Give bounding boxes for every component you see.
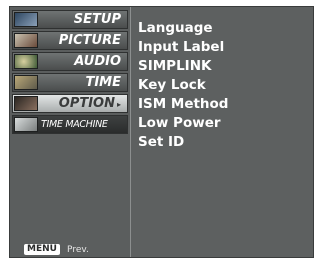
time-icon xyxy=(14,75,38,90)
picture-icon xyxy=(14,33,38,48)
menu-item-simplink[interactable]: SIMPLINK xyxy=(138,57,228,76)
option-icon xyxy=(14,96,38,111)
tab-setup[interactable]: SETUP xyxy=(12,10,128,29)
footer-hint: MENU Prev. xyxy=(24,239,89,255)
tab-label: OPTION ▸ xyxy=(58,96,121,111)
tab-option[interactable]: OPTION ▸ xyxy=(12,94,128,113)
column-divider xyxy=(130,7,131,257)
tab-time[interactable]: TIME xyxy=(12,73,128,92)
prev-label: Prev. xyxy=(67,244,89,255)
osd-menu: SETUP PICTURE AUDIO TIME OPTION ▸ TIME MA… xyxy=(9,6,314,258)
tab-audio[interactable]: AUDIO xyxy=(12,52,128,71)
tab-label: TIME xyxy=(85,75,121,90)
tab-label: AUDIO xyxy=(74,54,121,69)
menu-item-ism-method[interactable]: ISM Method xyxy=(138,95,228,114)
arrow-right-icon: ▸ xyxy=(116,100,121,109)
menu-tab-column: SETUP PICTURE AUDIO TIME OPTION ▸ TIME MA… xyxy=(10,7,130,257)
tab-time-machine[interactable]: TIME MACHINE xyxy=(12,115,128,134)
menu-item-set-id[interactable]: Set ID xyxy=(138,133,228,152)
tab-picture[interactable]: PICTURE xyxy=(12,31,128,50)
tab-label: SETUP xyxy=(73,12,121,27)
menu-item-low-power[interactable]: Low Power xyxy=(138,114,228,133)
time-machine-icon xyxy=(14,117,38,132)
audio-icon xyxy=(14,54,38,69)
menu-item-key-lock[interactable]: Key Lock xyxy=(138,76,228,95)
option-items-list: Language Input Label SIMPLINK Key Lock I… xyxy=(138,19,228,152)
menu-key[interactable]: MENU xyxy=(24,244,60,255)
setup-icon xyxy=(14,12,38,27)
menu-item-language[interactable]: Language xyxy=(138,19,228,38)
menu-item-input-label[interactable]: Input Label xyxy=(138,38,228,57)
tab-label: PICTURE xyxy=(58,33,121,48)
tab-label: TIME MACHINE xyxy=(41,119,108,130)
